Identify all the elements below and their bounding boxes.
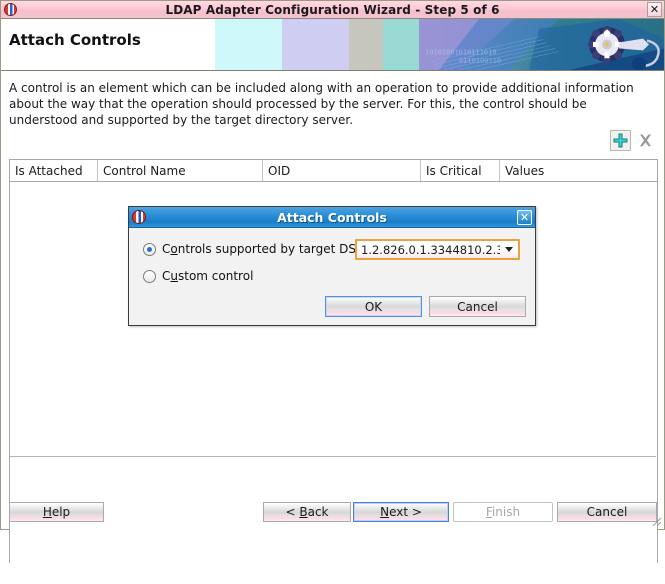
- close-x-icon: [640, 134, 651, 147]
- table-header-row: Is Attached Control Name OID Is Critical…: [10, 160, 657, 182]
- table-column-is-critical[interactable]: Is Critical: [421, 160, 500, 181]
- wizard-banner: 10101001010111010 0110100110 Attach Cont…: [1, 19, 664, 71]
- dialog-body: Controls supported by target DS Custom c…: [129, 228, 535, 325]
- window-title-bar: LDAP Adapter Configuration Wizard - Step…: [1, 1, 664, 19]
- resize-grip-icon[interactable]: [652, 517, 662, 527]
- footer-divider: [9, 456, 656, 457]
- dialog-title: Attach Controls: [277, 209, 387, 225]
- wizard-window: LDAP Adapter Configuration Wizard - Step…: [0, 0, 665, 584]
- attach-controls-dialog: Attach Controls ✕ Controls supported by …: [128, 206, 536, 326]
- radio-custom-control[interactable]: [143, 269, 156, 283]
- page-title: Attach Controls: [9, 31, 141, 49]
- page-description: A control is an element which can be inc…: [9, 81, 634, 127]
- window-title: LDAP Adapter Configuration Wizard - Step…: [165, 2, 500, 17]
- table-column-control-name[interactable]: Control Name: [98, 160, 263, 181]
- table-column-is-attached[interactable]: Is Attached: [10, 160, 98, 181]
- radio-supported-controls-label: Controls supported by target DS: [162, 242, 357, 256]
- wizard-button-bar: Help < Back Next > Finish Cancel: [1, 493, 664, 529]
- dialog-close-button[interactable]: ✕: [517, 209, 532, 225]
- banner-artwork-icon: 10101001010111010 0110100110: [419, 19, 664, 70]
- radio-row-custom-control[interactable]: Custom control: [143, 269, 253, 283]
- plus-icon: [613, 133, 628, 148]
- oracle-logo-icon: [132, 209, 147, 225]
- svg-text:10101001010111010: 10101001010111010: [425, 48, 497, 56]
- table-column-values[interactable]: Values: [500, 160, 657, 181]
- table-column-oid[interactable]: OID: [263, 160, 421, 181]
- radio-custom-control-label: Custom control: [162, 269, 254, 283]
- delete-control-button[interactable]: [635, 130, 656, 151]
- next-button[interactable]: Next >: [353, 502, 449, 522]
- add-control-button[interactable]: [610, 130, 631, 151]
- supported-controls-dropdown-value: 1.2.826.0.1.3344810.2.3: [361, 242, 500, 257]
- table-toolbar: [610, 130, 656, 151]
- radio-row-supported-controls[interactable]: Controls supported by target DS: [143, 242, 356, 256]
- dialog-cancel-button[interactable]: Cancel: [429, 296, 526, 317]
- chevron-down-icon[interactable]: [500, 247, 518, 252]
- dialog-ok-button[interactable]: OK: [325, 296, 422, 317]
- cancel-button[interactable]: Cancel: [557, 502, 657, 522]
- window-close-button[interactable]: ✕: [647, 2, 662, 17]
- oracle-logo-icon: [3, 2, 19, 17]
- back-button[interactable]: < Back: [263, 502, 351, 522]
- finish-button: Finish: [453, 502, 553, 522]
- help-button[interactable]: Help: [9, 502, 104, 522]
- supported-controls-dropdown[interactable]: 1.2.826.0.1.3344810.2.3: [355, 239, 520, 260]
- radio-supported-controls[interactable]: [143, 242, 156, 256]
- dialog-title-bar: Attach Controls ✕: [129, 207, 535, 228]
- svg-text:0110100110: 0110100110: [459, 57, 501, 65]
